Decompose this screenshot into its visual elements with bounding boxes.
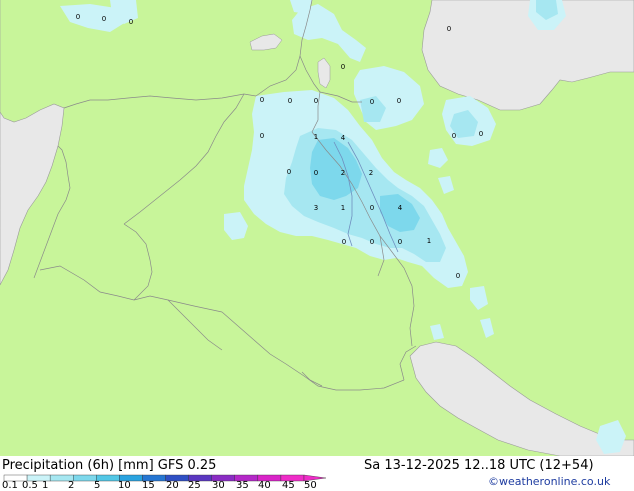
station-value: 0 <box>370 238 374 246</box>
legend-label: 35 <box>236 480 249 491</box>
station-value: 2 <box>341 169 345 177</box>
station-value: 4 <box>341 134 346 142</box>
precipitation-map: 0 0 00 0 0 0 0000 1 40 0 2 23 1 0 40 0 0 100 0 <box>0 0 634 490</box>
station-value: 0 <box>102 15 106 23</box>
legend-colorbar <box>3 474 327 482</box>
legend-label: 45 <box>282 480 295 491</box>
station-value: 1 <box>314 133 318 141</box>
legend-label: 25 <box>188 480 201 491</box>
station-value: 0 <box>452 132 456 140</box>
station-value: 0 <box>447 25 451 33</box>
station-value: 0 <box>341 63 345 71</box>
station-value: 0 <box>314 169 318 177</box>
legend-label: 10 <box>118 480 131 491</box>
station-value: 0 <box>288 97 292 105</box>
credit-link[interactable]: ©weatheronline.co.uk <box>488 475 610 488</box>
station-value: 0 <box>342 238 346 246</box>
station-value: 0 <box>260 132 264 140</box>
station-value: 0 <box>456 272 460 280</box>
legend-label: 30 <box>212 480 225 491</box>
map-title: Precipitation (6h) [mm] GFS 0.25 <box>2 458 217 473</box>
legend-label: 0.1 <box>2 480 18 491</box>
station-value: 0 <box>397 97 401 105</box>
station-value: 0 <box>370 204 374 212</box>
legend-label: 5 <box>94 480 101 491</box>
station-value: 3 <box>314 204 318 212</box>
station-value: 0 <box>260 96 264 104</box>
station-value: 0 <box>76 13 80 21</box>
station-value: 0 <box>287 168 291 176</box>
station-value: 0 <box>398 238 402 246</box>
station-value: 1 <box>427 237 431 245</box>
station-value: 1 <box>341 204 345 212</box>
station-value: 2 <box>369 169 373 177</box>
valid-time: Sa 13-12-2025 12..18 UTC (12+54) <box>364 458 594 473</box>
legend-label: 0.5 <box>22 480 38 491</box>
legend-swatch <box>73 474 97 482</box>
station-value: 0 <box>479 130 483 138</box>
station-value: 4 <box>398 204 403 212</box>
legend-label: 1 <box>42 480 49 491</box>
legend-label: 20 <box>166 480 179 491</box>
legend-label: 40 <box>258 480 271 491</box>
legend-label: 50 <box>304 480 317 491</box>
station-value: 0 <box>129 18 133 26</box>
legend-label: 2 <box>68 480 75 491</box>
station-value: 0 <box>370 98 374 106</box>
legend-label: 15 <box>142 480 155 491</box>
station-value: 0 <box>314 97 318 105</box>
